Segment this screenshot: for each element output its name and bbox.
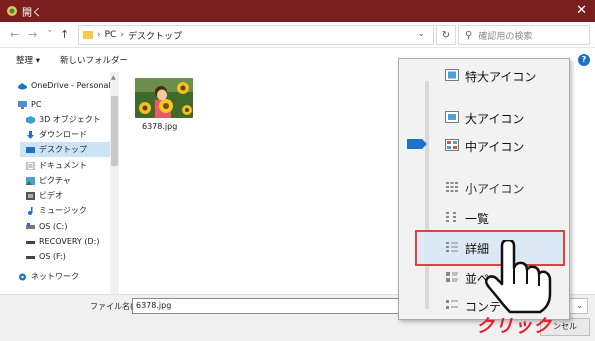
window-title: 開く: [22, 7, 42, 19]
scroll-up-icon[interactable]: ▲: [111, 74, 116, 81]
address-bar: ← → ⌄ ↑ › PC › デスクトップ ⌄ ↻ ⚲ 確認用の検索: [0, 22, 595, 48]
drive-icon: [26, 255, 35, 259]
medium-icons-icon: [445, 139, 459, 151]
filename-field[interactable]: 6378.jpg: [132, 298, 402, 314]
click-annotation: クリック: [476, 316, 552, 337]
sidebar-item-downloads[interactable]: ダウンロード: [26, 127, 110, 142]
extra-large-icons-icon: [445, 69, 459, 81]
file-name[interactable]: 6378.jpg: [142, 122, 177, 131]
details-icon: [446, 242, 458, 252]
address-box[interactable]: › PC › デスクトップ ⌄: [78, 25, 434, 45]
download-icon: [27, 130, 34, 139]
sidebar-item-onedrive[interactable]: OneDrive - Personal: [18, 78, 110, 93]
menu-item-list[interactable]: 一覧: [465, 207, 489, 229]
sidebar-item-recovery-d[interactable]: RECOVERY (D:): [26, 234, 110, 249]
search-placeholder: 確認用の検索: [478, 31, 533, 42]
pointing-hand-icon: [485, 240, 552, 314]
search-input[interactable]: ⚲ 確認用の検索: [458, 25, 590, 45]
scrollbar-thumb[interactable]: [111, 96, 118, 166]
content-icon: [446, 300, 458, 309]
music-icon: [28, 206, 33, 215]
document-icon: [26, 161, 35, 170]
refresh-button[interactable]: ↻: [436, 25, 456, 45]
sunflower-photo-icon: [135, 78, 193, 118]
menu-item-extra-large-icons[interactable]: 特大アイコン: [465, 65, 536, 87]
sidebar-item-os-c[interactable]: OS (C:): [26, 219, 110, 234]
sidebar-scrollbar[interactable]: ▲: [110, 72, 119, 294]
cloud-icon: [18, 82, 27, 89]
back-icon[interactable]: ←: [10, 28, 19, 41]
menu-item-large-icons[interactable]: 大アイコン: [465, 107, 524, 129]
small-icons-icon: [446, 182, 458, 192]
sidebar-item-3d-objects[interactable]: 3D オブジェクト: [26, 112, 110, 127]
menu-item-medium-icons[interactable]: 中アイコン: [465, 135, 524, 157]
navigation-pane: OneDrive - Personal PC 3D オブジェクト ダウンロード …: [0, 72, 120, 294]
title-bar: 開く ✕: [0, 0, 595, 22]
sidebar-item-network[interactable]: ネットワーク: [18, 269, 110, 284]
sidebar-item-videos[interactable]: ビデオ: [26, 188, 110, 203]
desktop-icon: [26, 146, 35, 153]
folder-icon: [83, 31, 93, 39]
file-thumbnail[interactable]: [135, 78, 193, 118]
up-icon[interactable]: ↑: [60, 28, 69, 41]
close-icon[interactable]: ✕: [576, 3, 587, 18]
drive-icon: [26, 222, 35, 229]
sidebar-item-pc[interactable]: PC: [18, 97, 110, 112]
forward-icon[interactable]: →: [28, 28, 37, 41]
picture-icon: [26, 176, 35, 185]
computer-icon: [18, 100, 27, 109]
sidebar-item-music[interactable]: ミュージック: [26, 203, 110, 218]
help-icon[interactable]: ?: [578, 54, 590, 66]
tiles-icon: [446, 272, 458, 282]
large-icons-icon: [445, 111, 459, 123]
app-icon: [7, 6, 17, 16]
breadcrumb-pc[interactable]: PC: [105, 30, 117, 40]
view-size-slider-track[interactable]: [425, 81, 429, 309]
view-size-slider-thumb[interactable]: [407, 139, 427, 149]
list-icon: [446, 212, 456, 222]
sidebar-item-pictures[interactable]: ピクチャ: [26, 173, 110, 188]
chevron-down-icon: ⌄: [576, 301, 583, 310]
network-icon: [19, 273, 26, 280]
cube-icon: [26, 115, 35, 124]
sidebar-item-os-f[interactable]: OS (F:): [26, 249, 110, 264]
menu-item-small-icons[interactable]: 小アイコン: [465, 177, 524, 199]
history-chevron-icon[interactable]: ⌄: [46, 25, 54, 35]
sidebar-item-desktop[interactable]: デスクトップ: [20, 142, 110, 157]
refresh-icon: ↻: [441, 29, 451, 41]
breadcrumb-desktop[interactable]: デスクトップ: [128, 29, 182, 42]
chevron-down-icon[interactable]: ⌄: [417, 29, 425, 39]
drive-icon: [26, 240, 35, 244]
sidebar-item-documents[interactable]: ドキュメント: [26, 158, 110, 173]
video-icon: [26, 191, 35, 200]
search-icon: ⚲: [465, 29, 473, 41]
organize-button[interactable]: 整理 ▾: [16, 54, 40, 66]
new-folder-button[interactable]: 新しいフォルダー: [60, 54, 128, 66]
